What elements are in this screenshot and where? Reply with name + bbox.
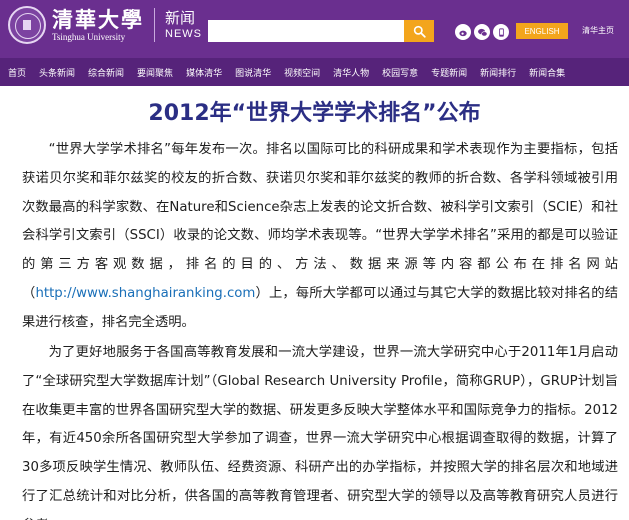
- tsinghua-logo[interactable]: 清華大學 Tsinghua University 新闻 NEWS: [8, 6, 202, 44]
- header-bar: 清華大學 Tsinghua University 新闻 NEWS ENGLISH…: [0, 0, 629, 58]
- tsinghua-home-link[interactable]: 清华主页: [582, 25, 614, 36]
- logo-english-name: Tsinghua University: [52, 31, 126, 42]
- nav-item-collection[interactable]: 新闻合集: [529, 66, 565, 79]
- nav-item-people[interactable]: 清华人物: [333, 66, 369, 79]
- main-nav: 首页 头条新闻 综合新闻 要闻聚焦 媒体清华 图说清华 视频空间 清华人物 校园…: [0, 58, 629, 86]
- search-button[interactable]: [404, 20, 434, 42]
- search-input[interactable]: [208, 20, 404, 42]
- nav-item-campus[interactable]: 校园写意: [382, 66, 418, 79]
- nav-item-home[interactable]: 首页: [8, 66, 26, 79]
- weibo-icon[interactable]: [455, 24, 471, 40]
- university-seal-icon: [8, 6, 46, 44]
- nav-item-ranking[interactable]: 新闻排行: [480, 66, 516, 79]
- article-paragraph: 为了更好地服务于各国高等教育发展和一流大学建设，世界一流大学研究中心于2011年…: [22, 345, 618, 520]
- article-title: 2012年“世界大学学术排名”公布: [148, 101, 481, 126]
- nav-item-video[interactable]: 视频空间: [284, 66, 320, 79]
- social-links: [455, 24, 509, 40]
- article-paragraph: “世界大学学术排名”每年发布一次。排名以国际可比的科研成果和学术表现作为主要指标…: [22, 136, 618, 338]
- nav-item-general-news[interactable]: 综合新闻: [88, 66, 124, 79]
- nav-item-photos[interactable]: 图说清华: [235, 66, 271, 79]
- ranking-site-link[interactable]: http://www.shanghairanking.com: [35, 286, 255, 301]
- news-section-cn: 新闻: [165, 9, 196, 27]
- search-icon: [413, 25, 426, 38]
- english-button[interactable]: ENGLISH: [516, 23, 568, 39]
- search-box: [208, 20, 434, 42]
- news-section-en: NEWS: [165, 28, 202, 40]
- wechat-icon[interactable]: [474, 24, 490, 40]
- nav-item-special[interactable]: 专题新闻: [431, 66, 467, 79]
- mobile-icon[interactable]: [493, 24, 509, 40]
- paragraph-text: “世界大学学术排名”每年发布一次。排名以国际可比的科研成果和学术表现作为主要指标…: [22, 142, 618, 301]
- nav-item-headlines[interactable]: 头条新闻: [39, 66, 75, 79]
- nav-item-focus[interactable]: 要闻聚焦: [137, 66, 173, 79]
- news-section-mark: 新闻 NEWS: [165, 9, 202, 41]
- logo-text: 清華大學 Tsinghua University: [52, 6, 144, 43]
- logo-divider: [154, 8, 155, 42]
- logo-chinese-name: 清華大學: [52, 6, 144, 32]
- nav-item-media[interactable]: 媒体清华: [186, 66, 222, 79]
